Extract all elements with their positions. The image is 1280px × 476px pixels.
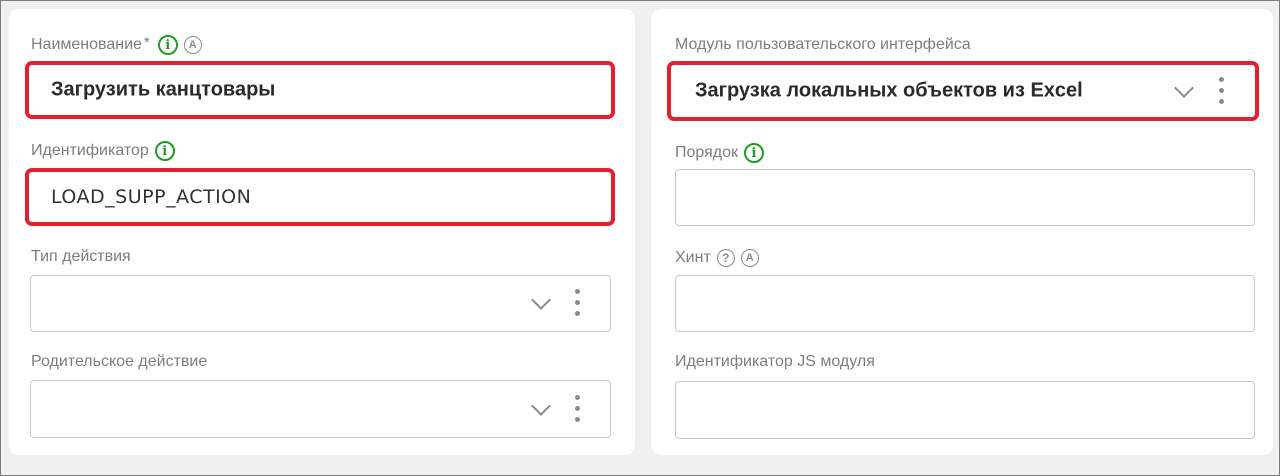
name-input[interactable]: Загрузить канцтовары (25, 61, 615, 119)
js-module-label-row: Идентификатор JS модуля (675, 351, 881, 373)
chevron-down-icon[interactable] (531, 290, 551, 310)
info-icon[interactable]: i (157, 35, 178, 55)
action-type-label-row: Тип действия (31, 246, 137, 268)
parent-action-label: Родительское действие (31, 353, 208, 370)
hint-label: Хинт (675, 249, 711, 266)
parent-action-label-row: Родительское действие (31, 351, 213, 373)
help-icon[interactable]: ? (716, 249, 735, 267)
name-value: Загрузить канцтовары (51, 78, 276, 101)
js-module-input[interactable] (675, 381, 1255, 439)
ui-module-value: Загрузка локальных объектов из Excel (695, 79, 1083, 102)
name-label: Наименование (31, 36, 142, 53)
action-type-select[interactable] (30, 275, 611, 332)
form-frame: Наименование * i A Загрузить канцтовары … (0, 0, 1280, 476)
auto-translate-icon[interactable]: A (740, 249, 759, 267)
name-label-row: Наименование * i A (31, 34, 208, 56)
more-options-icon[interactable] (1219, 77, 1225, 105)
left-panel: Наименование * i A Загрузить канцтовары … (9, 9, 635, 455)
right-panel: Модуль пользовательского интерфейса Загр… (651, 9, 1273, 455)
order-label: Порядок (675, 144, 739, 161)
identifier-input[interactable]: LOAD_SUPP_ACTION (25, 168, 615, 226)
order-input[interactable] (675, 169, 1255, 226)
order-label-row: Порядок i (675, 142, 770, 164)
parent-action-select[interactable] (30, 380, 611, 438)
identifier-label-row: Идентификатор i (31, 140, 181, 162)
js-module-label: Идентификатор JS модуля (675, 353, 875, 370)
info-icon[interactable]: i (154, 141, 175, 161)
auto-translate-icon[interactable]: A (183, 36, 202, 54)
ui-module-label-row: Модуль пользовательского интерфейса (675, 34, 977, 56)
identifier-value: LOAD_SUPP_ACTION (51, 186, 252, 208)
identifier-label: Идентификатор (31, 142, 149, 159)
action-type-label: Тип действия (31, 248, 131, 265)
ui-module-label: Модуль пользовательского интерфейса (675, 36, 971, 53)
required-mark: * (143, 33, 150, 51)
more-options-icon[interactable] (575, 395, 581, 423)
ui-module-select[interactable]: Загрузка локальных объектов из Excel (667, 61, 1259, 121)
more-options-icon[interactable] (575, 289, 581, 317)
hint-label-row: Хинт ? A (675, 247, 765, 269)
chevron-down-icon[interactable] (531, 396, 551, 416)
chevron-down-icon[interactable] (1174, 78, 1194, 98)
info-icon[interactable]: i (744, 143, 765, 163)
hint-input[interactable] (675, 275, 1255, 332)
